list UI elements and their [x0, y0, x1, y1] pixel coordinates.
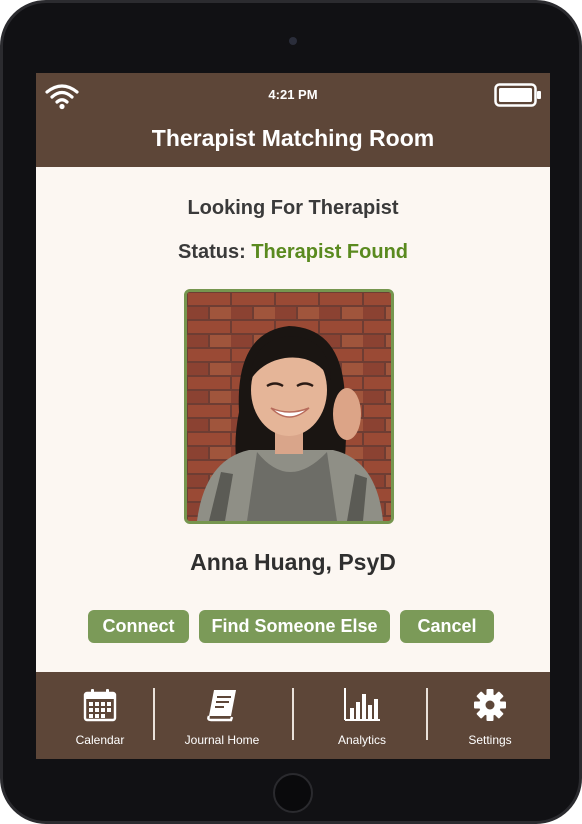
journal-icon: [207, 690, 236, 722]
status-value: Therapist Found: [251, 241, 409, 263]
gear-icon: [474, 689, 506, 721]
therapist-photo: [184, 289, 394, 524]
search-subtitle: Looking For Therapist: [187, 197, 399, 219]
bar-chart-icon: [344, 688, 380, 721]
page-title: Therapist Matching Room: [151, 125, 435, 151]
tab-journal-home[interactable]: Journal Home: [172, 672, 272, 759]
connect-button[interactable]: Connect: [88, 610, 189, 643]
tablet-frame: 4:21 PM Therapist Matching Room Looking …: [0, 0, 582, 824]
tab-settings[interactable]: Settings: [440, 672, 540, 759]
tab-label-settings: Settings: [468, 733, 512, 747]
match-status: Status: Therapist Found: [36, 241, 550, 264]
tab-bar: Calendar Journal Home Analytics Settings: [36, 672, 550, 759]
find-someone-else-button[interactable]: Find Someone Else: [199, 610, 390, 643]
cancel-button[interactable]: Cancel: [400, 610, 494, 643]
status-label: Status:: [177, 241, 246, 263]
top-bar: 4:21 PM Therapist Matching Room: [36, 73, 550, 167]
tab-divider: [292, 688, 294, 740]
tab-divider: [426, 688, 428, 740]
app-screen: 4:21 PM Therapist Matching Room Looking …: [36, 73, 550, 759]
tab-label-journal-home: Journal Home: [184, 733, 260, 747]
status-time: 4:21 PM: [268, 87, 318, 102]
camera-icon: [289, 37, 297, 45]
tab-divider: [153, 688, 155, 740]
calendar-icon: [83, 689, 117, 722]
tab-label-analytics: Analytics: [337, 733, 387, 747]
tab-label-calendar: Calendar: [75, 733, 125, 747]
home-button[interactable]: [273, 773, 313, 813]
therapist-name: Anna Huang, PsyD: [190, 549, 396, 575]
tab-analytics[interactable]: Analytics: [312, 672, 412, 759]
portrait-image: [187, 292, 391, 521]
tab-calendar[interactable]: Calendar: [50, 672, 150, 759]
battery-icon: [494, 83, 541, 107]
